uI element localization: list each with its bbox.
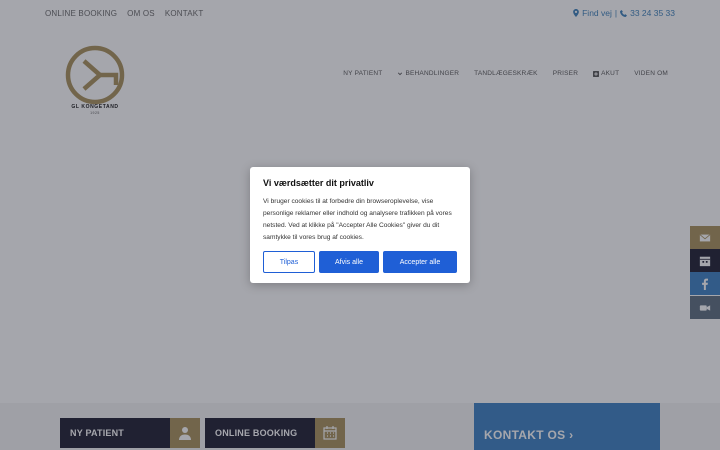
- cookie-title: Vi værdsætter dit privatliv: [263, 178, 374, 188]
- cookie-consent-dialog: Vi værdsætter dit privatliv Vi bruger co…: [250, 167, 470, 283]
- customize-button[interactable]: Tilpas: [263, 251, 315, 273]
- cookie-body: Vi bruger cookies til at forbedre din br…: [263, 198, 452, 241]
- reject-all-button[interactable]: Afvis alle: [319, 251, 379, 273]
- accept-all-button[interactable]: Accepter alle: [383, 251, 457, 273]
